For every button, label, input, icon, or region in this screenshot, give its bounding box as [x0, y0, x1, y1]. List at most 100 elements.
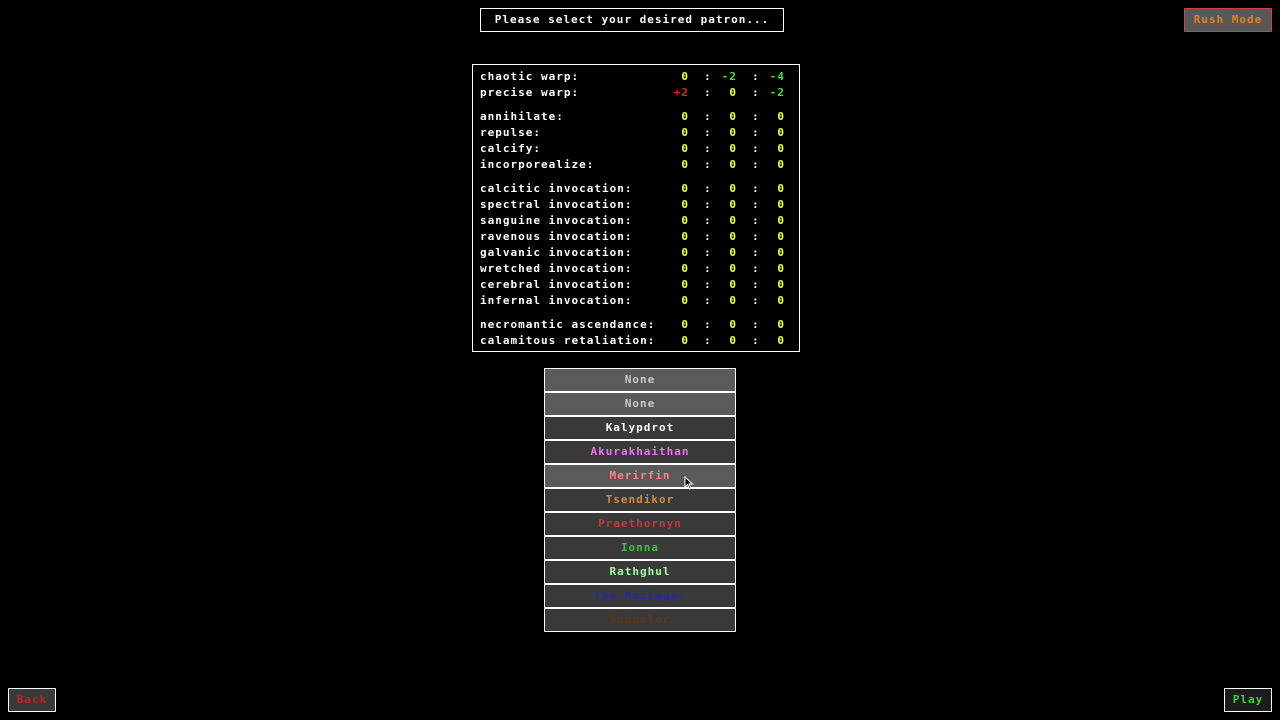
stat-separator: :	[752, 70, 760, 83]
stat-separator: :	[752, 318, 760, 331]
stat-value: 0	[777, 126, 785, 139]
stats-panel: chaotic warp: 0 -2 -4:: precise warp: +2 0 -2::…	[472, 64, 800, 352]
patron-list: None None Kalypdrot Akurakhaithan Merirfin Ts…	[544, 368, 736, 632]
stat-value: 0	[777, 246, 785, 259]
stat-label: infernal invocation:	[480, 294, 633, 307]
stat-value: 0	[777, 294, 785, 307]
stat-separator: :	[752, 278, 760, 291]
stat-value: 0	[729, 246, 737, 259]
stat-label: ravenous invocation:	[480, 230, 633, 243]
stat-row: spectral invocation: 0 0 0::	[473, 197, 799, 213]
stat-value: -2	[769, 86, 785, 99]
stat-value: 0	[681, 110, 689, 123]
stat-value: 0	[681, 126, 689, 139]
stat-row: wretched invocation: 0 0 0::	[473, 261, 799, 277]
stat-separator: :	[752, 126, 760, 139]
stat-value: -2	[721, 70, 737, 83]
stat-separator: :	[704, 70, 712, 83]
stat-value: 0	[681, 214, 689, 227]
stat-separator: :	[752, 158, 760, 171]
stat-value: 0	[729, 278, 737, 291]
stat-value: 0	[681, 230, 689, 243]
stat-label: calamitous retaliation:	[480, 334, 656, 347]
patron-button[interactable]: Ionna	[544, 536, 736, 560]
stat-value: 0	[729, 318, 737, 331]
stat-separator: :	[704, 110, 712, 123]
stat-separator: :	[752, 86, 760, 99]
patron-button[interactable]: Kalypdrot	[544, 416, 736, 440]
patron-button[interactable]: Rathghul	[544, 560, 736, 584]
patron-button[interactable]: The Muilager	[544, 584, 736, 608]
stat-value: 0	[729, 86, 737, 99]
stat-separator: :	[704, 294, 712, 307]
stat-value: 0	[681, 246, 689, 259]
stat-label: spectral invocation:	[480, 198, 633, 211]
play-button[interactable]: Play	[1224, 688, 1272, 712]
stat-value: 0	[777, 214, 785, 227]
stat-value: 0	[681, 142, 689, 155]
stat-value: 0	[777, 198, 785, 211]
stat-separator: :	[704, 318, 712, 331]
stat-row: calcitic invocation: 0 0 0::	[473, 181, 799, 197]
mouse-cursor-icon	[684, 476, 694, 490]
stat-value: 0	[681, 70, 689, 83]
stat-label: incorporealize:	[480, 158, 595, 171]
patron-button[interactable]: Tsendikor	[544, 488, 736, 512]
stat-row: necromantic ascendance: 0 0 0::	[473, 317, 799, 333]
stat-row: infernal invocation: 0 0 0::	[473, 293, 799, 309]
stat-value: 0	[681, 182, 689, 195]
patron-button[interactable]: Akurakhaithan	[544, 440, 736, 464]
stat-value: 0	[777, 158, 785, 171]
stat-label: wretched invocation:	[480, 262, 633, 275]
stat-value: 0	[777, 110, 785, 123]
stat-value: 0	[777, 182, 785, 195]
patron-button[interactable]: None	[544, 392, 736, 416]
patron-button[interactable]: None	[544, 368, 736, 392]
stat-label: calcify:	[480, 142, 541, 155]
stat-value: -4	[769, 70, 785, 83]
stat-separator: :	[704, 86, 712, 99]
stat-row: chaotic warp: 0 -2 -4::	[473, 69, 799, 85]
stat-value: 0	[729, 262, 737, 275]
stat-separator: :	[704, 198, 712, 211]
stat-value: 0	[729, 230, 737, 243]
stat-separator: :	[752, 198, 760, 211]
stat-label: necromantic ascendance:	[480, 318, 656, 331]
patron-button[interactable]: Merirfin	[544, 464, 736, 488]
stat-separator: :	[752, 182, 760, 195]
stat-row: sanguine invocation: 0 0 0::	[473, 213, 799, 229]
stat-label: chaotic warp:	[480, 70, 580, 83]
stat-separator: :	[752, 110, 760, 123]
prompt-box: Please select your desired patron...	[480, 8, 784, 32]
stat-label: calcitic invocation:	[480, 182, 633, 195]
stat-value: 0	[777, 278, 785, 291]
patron-button[interactable]: Sudoolor	[544, 608, 736, 632]
back-button[interactable]: Back	[8, 688, 56, 712]
stat-value: 0	[777, 230, 785, 243]
patron-button[interactable]: Praethornyn	[544, 512, 736, 536]
stat-value: 0	[729, 198, 737, 211]
stat-separator: :	[704, 246, 712, 259]
stat-value: +2	[673, 86, 689, 99]
stat-row: precise warp: +2 0 -2::	[473, 85, 799, 101]
stat-value: 0	[777, 318, 785, 331]
stat-separator: :	[704, 158, 712, 171]
stat-separator: :	[704, 142, 712, 155]
stat-separator: :	[704, 334, 712, 347]
rush-mode-button[interactable]: Rush Mode	[1184, 8, 1272, 32]
stat-row: repulse: 0 0 0::	[473, 125, 799, 141]
stat-separator: :	[752, 214, 760, 227]
stat-separator: :	[752, 230, 760, 243]
stat-separator: :	[752, 262, 760, 275]
stat-row: calcify: 0 0 0::	[473, 141, 799, 157]
stat-label: precise warp:	[480, 86, 580, 99]
stat-value: 0	[681, 262, 689, 275]
stat-label: sanguine invocation:	[480, 214, 633, 227]
stat-row: incorporealize: 0 0 0::	[473, 157, 799, 173]
stat-separator: :	[704, 182, 712, 195]
stat-label: annihilate:	[480, 110, 564, 123]
stat-row: annihilate: 0 0 0::	[473, 109, 799, 125]
stat-value: 0	[681, 278, 689, 291]
stat-value: 0	[729, 214, 737, 227]
stat-value: 0	[729, 110, 737, 123]
